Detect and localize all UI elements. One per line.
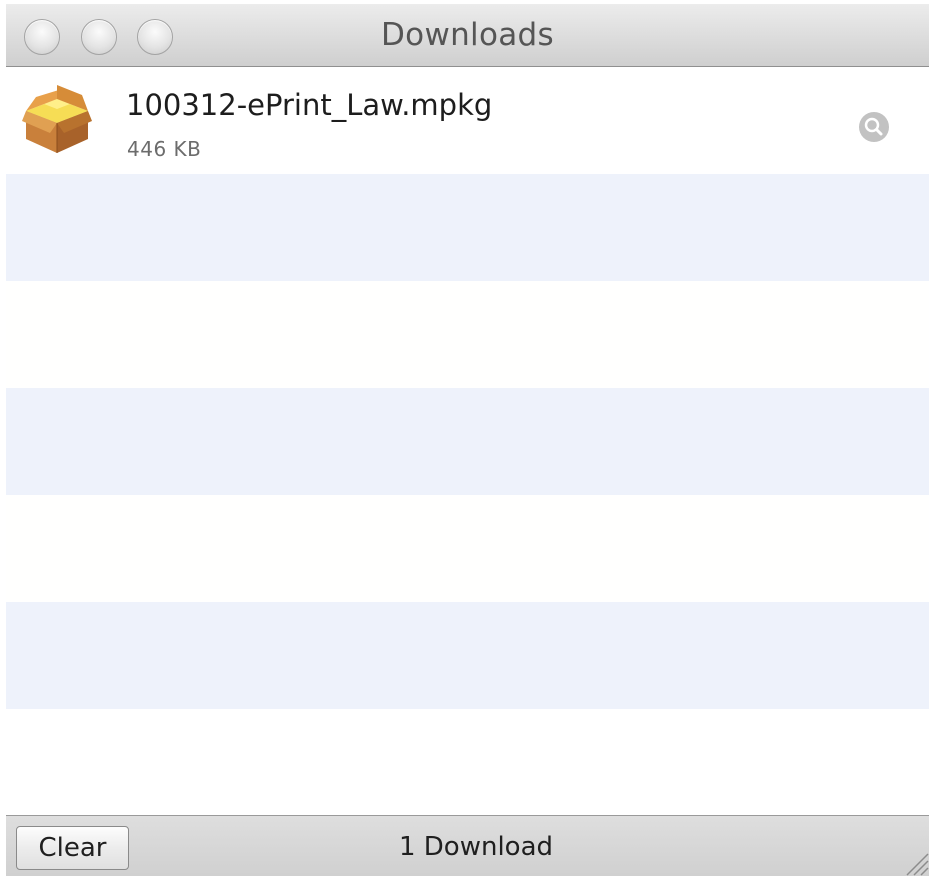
empty-row bbox=[6, 174, 929, 281]
file-name: 100312-ePrint_Law.mpkg bbox=[126, 88, 493, 122]
title-bar[interactable]: Downloads bbox=[6, 4, 929, 67]
empty-row bbox=[6, 388, 929, 495]
magnifier-icon[interactable] bbox=[859, 112, 889, 142]
window-title: Downloads bbox=[381, 17, 554, 53]
clear-button[interactable]: Clear bbox=[16, 826, 129, 870]
empty-row bbox=[6, 602, 929, 709]
downloads-list: 100312-ePrint_Law.mpkg 446 KB bbox=[6, 67, 929, 815]
downloads-window: Downloads 100312-ePrint_Law.mpkg 446 KB … bbox=[6, 4, 929, 876]
download-item[interactable]: 100312-ePrint_Law.mpkg 446 KB bbox=[6, 67, 929, 174]
package-icon bbox=[22, 81, 92, 157]
empty-row bbox=[6, 709, 929, 815]
empty-row bbox=[6, 495, 929, 602]
download-count: 1 Download bbox=[398, 832, 554, 862]
file-size: 446 KB bbox=[127, 137, 202, 161]
status-bar: Clear 1 Download bbox=[6, 815, 929, 876]
empty-row bbox=[6, 281, 929, 388]
resize-grip-icon[interactable] bbox=[901, 848, 929, 876]
